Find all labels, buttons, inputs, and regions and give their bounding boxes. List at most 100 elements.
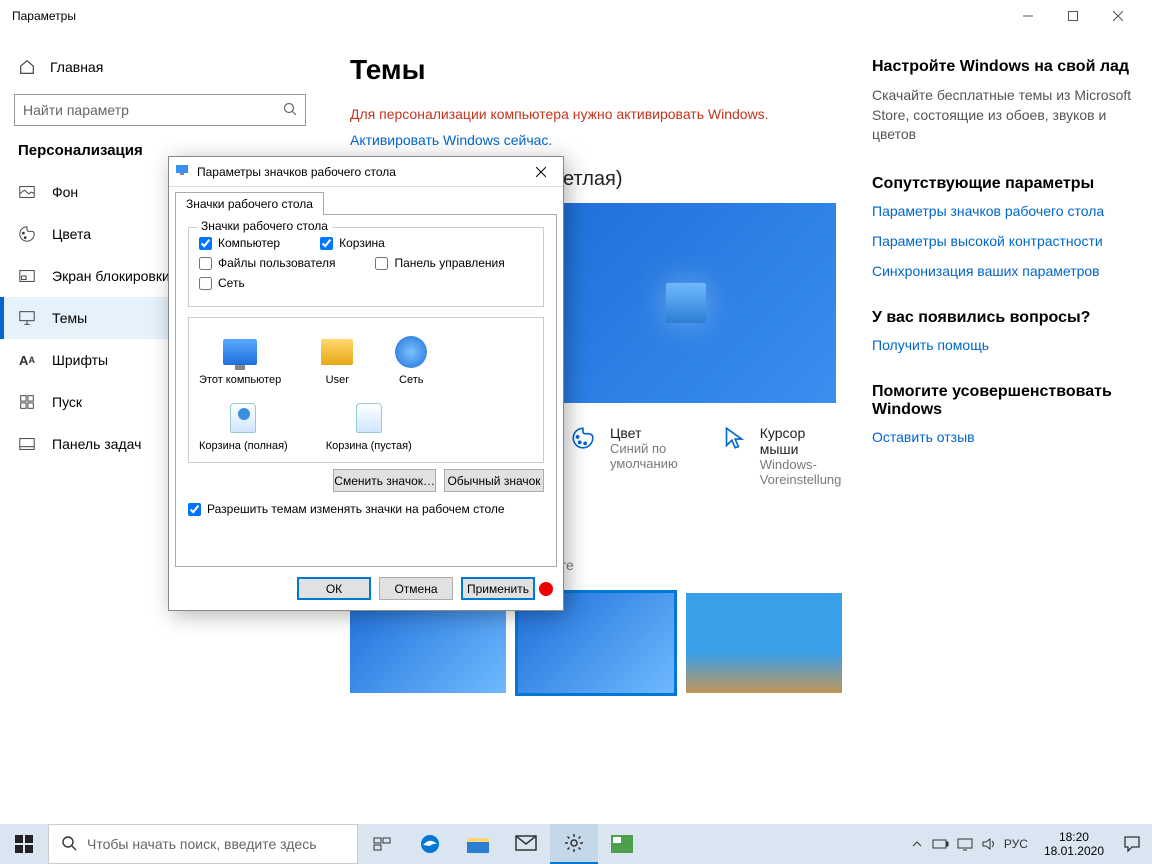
tray-battery-icon[interactable]: [932, 835, 950, 853]
icon-preview-box: Этот компьютер User Сеть Корзина (полная…: [188, 317, 544, 463]
dialog-titlebar[interactable]: Параметры значков рабочего стола: [169, 157, 563, 187]
settings-taskbar-icon[interactable]: [550, 824, 598, 864]
colors-icon: [18, 225, 36, 243]
checkbox-recycle[interactable]: Корзина: [320, 236, 385, 250]
ok-button[interactable]: ОК: [297, 577, 371, 600]
tray-chevron-icon[interactable]: [908, 835, 926, 853]
sidebar-item-label: Фон: [52, 184, 78, 200]
sidebar-search[interactable]: Найти параметр: [14, 94, 306, 126]
theme-option-cursor[interactable]: Курсор мыши Windows-Voreinstellung: [720, 425, 844, 487]
minimize-button[interactable]: [1005, 1, 1050, 31]
dialog-footer: ОК Отмена Применить: [169, 573, 563, 610]
background-icon: [18, 183, 36, 201]
sidebar-item-label: Темы: [52, 310, 87, 326]
option-title: Цвет: [610, 425, 680, 441]
checkbox-userfiles[interactable]: Файлы пользователя: [199, 256, 335, 270]
option-title: Курсор мыши: [760, 425, 844, 457]
sidebar-item-label: Цвета: [52, 226, 91, 242]
dialog-close-button[interactable]: [525, 160, 557, 184]
current-theme-label: (светлая): [536, 168, 842, 191]
search-placeholder: Найти параметр: [23, 102, 129, 118]
default-icon-button[interactable]: Обычный значок: [444, 469, 544, 492]
edge-icon[interactable]: [406, 824, 454, 864]
cancel-button[interactable]: Отмена: [379, 577, 453, 600]
explorer-icon[interactable]: [454, 824, 502, 864]
icon-recycle-empty[interactable]: Корзина (пустая): [326, 400, 412, 452]
page-title: Темы: [350, 54, 842, 86]
action-center-button[interactable]: [1112, 824, 1152, 864]
icon-label: Корзина (полная): [199, 440, 288, 452]
home-icon: [18, 58, 36, 76]
desktop-icons-dialog: Параметры значков рабочего стола Значки …: [168, 156, 564, 611]
allow-themes-checkbox[interactable]: Разрешить темам изменять значки на рабоч…: [188, 502, 544, 516]
taskbar-search-placeholder: Чтобы начать поиск, введите здесь: [87, 836, 317, 852]
sidebar-home[interactable]: Главная: [0, 48, 320, 86]
tray-volume-icon[interactable]: [980, 835, 998, 853]
theme-thumb[interactable]: [686, 593, 842, 693]
theme-preview: [536, 203, 836, 403]
checkbox-controlpanel[interactable]: Панель управления: [375, 256, 504, 270]
dialog-tabs: Значки рабочего стола: [169, 187, 563, 214]
clock-time: 18:20: [1044, 830, 1104, 844]
titlebar: Параметры: [0, 0, 1152, 32]
apply-button[interactable]: Применить: [461, 577, 535, 600]
task-view-button[interactable]: [358, 824, 406, 864]
link-desktop-icons[interactable]: Параметры значков рабочего стола: [872, 203, 1134, 219]
system-tray: РУС: [900, 835, 1036, 853]
activation-warning: Для персонализации компьютера нужно акти…: [350, 106, 842, 122]
start-button[interactable]: [0, 824, 48, 864]
rp-related-heading: Сопутствующие параметры: [872, 175, 1134, 193]
link-feedback[interactable]: Оставить отзыв: [872, 429, 1134, 445]
icon-recycle-full[interactable]: Корзина (полная): [199, 400, 288, 452]
tab-desktop-icons[interactable]: Значки рабочего стола: [175, 192, 324, 215]
taskbar-search[interactable]: Чтобы начать поиск, введите здесь: [48, 824, 358, 864]
lock-screen-icon: [18, 267, 36, 285]
group-legend: Значки рабочего стола: [197, 219, 332, 233]
taskbar-clock[interactable]: 18:20 18.01.2020: [1036, 830, 1112, 859]
app-taskbar-icon[interactable]: [598, 824, 646, 864]
icon-label: User: [326, 374, 349, 386]
right-panel: Настройте Windows на свой лад Скачайте б…: [872, 32, 1152, 824]
rp-improve-heading: Помогите усовершенствовать Windows: [872, 383, 1134, 419]
dialog-title: Параметры значков рабочего стола: [197, 165, 396, 179]
maximize-button[interactable]: [1050, 1, 1095, 31]
option-sub: Синий по умолчанию: [610, 441, 680, 471]
fonts-icon: AA: [18, 351, 36, 369]
icon-network[interactable]: Сеть: [393, 334, 429, 386]
dialog-body: Значки рабочего стола Компьютер Корзина …: [175, 214, 557, 567]
link-high-contrast[interactable]: Параметры высокой контрастности: [872, 233, 1134, 249]
checkbox-label: Панель управления: [394, 256, 504, 270]
mail-icon[interactable]: [502, 824, 550, 864]
sidebar-item-label: Шрифты: [52, 352, 108, 368]
icon-label: Корзина (пустая): [326, 440, 412, 452]
dialog-app-icon: [175, 163, 189, 180]
link-sync[interactable]: Синхронизация ваших параметров: [872, 263, 1134, 279]
cursor-icon: [720, 425, 746, 453]
desktop-icons-group: Значки рабочего стола Компьютер Корзина …: [188, 227, 544, 307]
icon-this-pc[interactable]: Этот компьютер: [199, 334, 281, 386]
icon-label: Этот компьютер: [199, 374, 281, 386]
start-menu-icon: [18, 393, 36, 411]
option-sub: Windows-Voreinstellung: [760, 457, 844, 487]
tray-language[interactable]: РУС: [1004, 837, 1028, 851]
tray-network-icon[interactable]: [956, 835, 974, 853]
link-get-help[interactable]: Получить помощь: [872, 337, 1134, 353]
activation-link[interactable]: Активировать Windows сейчас.: [350, 132, 552, 148]
search-icon: [61, 835, 77, 854]
close-button[interactable]: [1095, 1, 1140, 31]
change-icon-button[interactable]: Сменить значок…: [333, 469, 436, 492]
rp-personalize-heading: Настройте Windows на свой лад: [872, 58, 1134, 76]
annotation-dot: [539, 582, 553, 596]
checkbox-label: Разрешить темам изменять значки на рабоч…: [207, 502, 505, 516]
sidebar-item-label: Панель задач: [52, 436, 141, 452]
checkbox-network[interactable]: Сеть: [199, 276, 245, 290]
taskbar: Чтобы начать поиск, введите здесь РУС 18…: [0, 824, 1152, 864]
window-title: Параметры: [12, 9, 76, 23]
theme-option-color[interactable]: Цвет Синий по умолчанию: [570, 425, 680, 487]
checkbox-label: Файлы пользователя: [218, 256, 335, 270]
icon-user[interactable]: User: [319, 334, 355, 386]
search-icon: [283, 102, 297, 119]
taskbar-icon: [18, 435, 36, 453]
checkbox-label: Компьютер: [218, 236, 280, 250]
checkbox-computer[interactable]: Компьютер: [199, 236, 280, 250]
